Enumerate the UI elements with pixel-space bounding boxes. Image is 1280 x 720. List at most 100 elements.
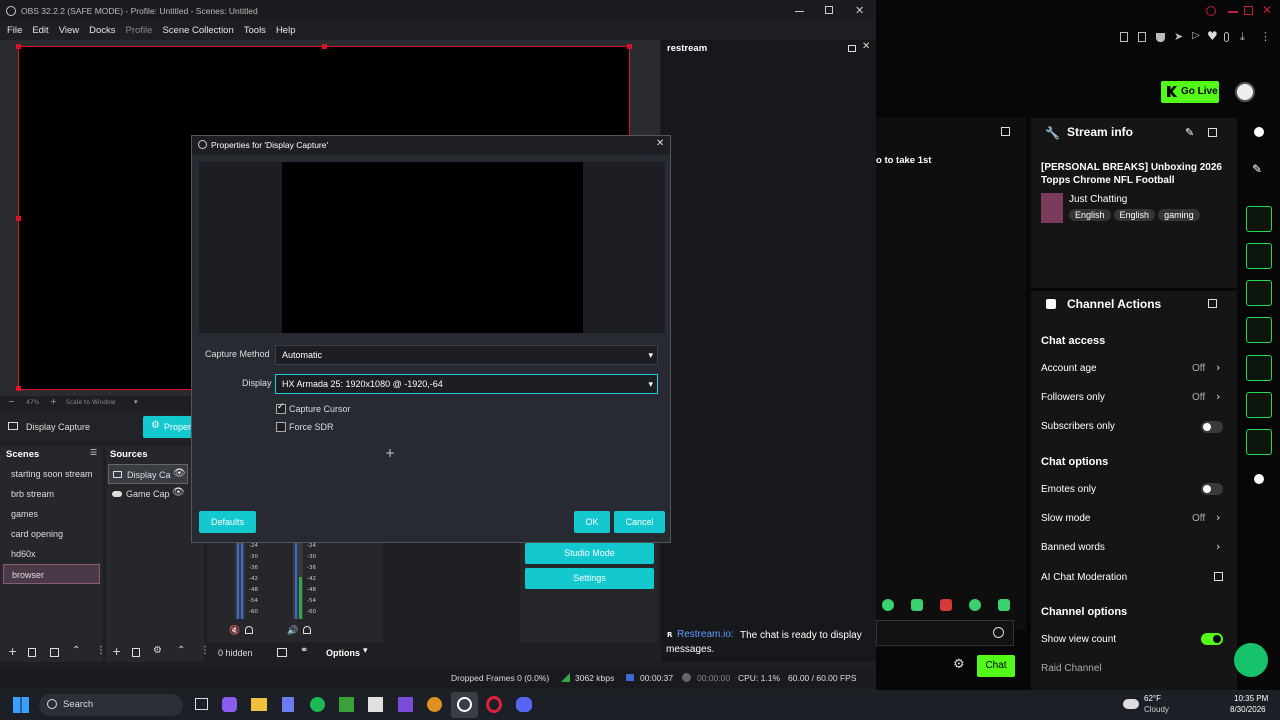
clock-time[interactable]: 10:35 PM xyxy=(1234,694,1268,703)
emote-icon[interactable] xyxy=(940,599,952,611)
source-item-selected[interactable]: Display Ca 👁 xyxy=(108,464,188,484)
app-icon[interactable] xyxy=(427,697,442,712)
avatar[interactable] xyxy=(1235,82,1255,102)
resize-handle[interactable] xyxy=(322,44,327,49)
headphones-icon[interactable] xyxy=(245,626,253,634)
menu-view[interactable]: View xyxy=(59,25,79,36)
scene-item[interactable]: hd60x xyxy=(3,544,100,564)
filter-icon[interactable] xyxy=(50,648,59,657)
chevron-up-icon[interactable]: ⌃ xyxy=(72,645,80,656)
tag[interactable]: gaming xyxy=(1158,209,1200,221)
force-sdr-checkbox[interactable] xyxy=(276,422,286,432)
rail-window-button[interactable] xyxy=(1246,392,1272,418)
info-icon[interactable] xyxy=(1254,127,1264,137)
chevron-up-icon[interactable]: ⌃ xyxy=(177,645,185,656)
minimize-icon[interactable] xyxy=(795,11,804,12)
trash-icon[interactable] xyxy=(28,648,36,657)
maximize-icon[interactable] xyxy=(1244,6,1253,15)
chevron-right-icon[interactable]: › xyxy=(1216,361,1220,374)
resize-handle[interactable] xyxy=(627,44,632,49)
capture-cursor-checkbox[interactable]: ✓ xyxy=(276,402,286,414)
emote-icon[interactable] xyxy=(911,599,923,611)
headphones-icon[interactable] xyxy=(303,626,311,634)
rail-record-button[interactable] xyxy=(1246,355,1272,381)
close-icon[interactable]: ✕ xyxy=(862,41,870,52)
support-button[interactable] xyxy=(1234,643,1268,677)
rail-chat-button[interactable] xyxy=(1246,317,1272,343)
close-icon[interactable]: ✕ xyxy=(855,4,864,17)
properties-button[interactable]: ⚙ Proper xyxy=(143,416,193,438)
expand-icon[interactable] xyxy=(1208,299,1217,308)
trash-icon[interactable] xyxy=(132,648,140,657)
show-view-count-toggle[interactable] xyxy=(1201,633,1223,645)
shield-icon[interactable] xyxy=(1156,33,1165,42)
maximize-icon[interactable] xyxy=(825,6,833,14)
add-icon[interactable]: + xyxy=(112,645,121,658)
go-live-button[interactable]: Go Live xyxy=(1161,81,1219,103)
chevron-down-icon[interactable]: ▾ xyxy=(134,398,138,406)
category-thumbnail[interactable] xyxy=(1041,193,1063,223)
heart-icon[interactable]: ♥ xyxy=(1207,29,1218,43)
gear-icon[interactable]: ⚙ xyxy=(153,645,162,656)
cancel-button[interactable]: Cancel xyxy=(614,511,665,533)
followers-only-value[interactable]: Off xyxy=(1192,392,1205,403)
apps-icon[interactable] xyxy=(1254,474,1264,484)
menu-file[interactable]: File xyxy=(7,25,22,36)
ai-moderation-label[interactable]: AI Chat Moderation xyxy=(1041,572,1127,583)
account-age-value[interactable]: Off xyxy=(1192,363,1205,374)
tag[interactable]: English xyxy=(1069,209,1111,221)
emotes-only-toggle[interactable] xyxy=(1201,483,1223,495)
send-icon[interactable]: ➤ xyxy=(1174,30,1183,43)
expand-icon[interactable] xyxy=(1208,128,1217,137)
ok-button[interactable]: OK xyxy=(574,511,610,533)
zoom-out-icon[interactable]: − xyxy=(8,397,15,406)
eye-icon[interactable]: 👁 xyxy=(172,487,185,498)
emoji-icon[interactable] xyxy=(993,627,1004,638)
scene-item[interactable]: brb stream xyxy=(3,484,100,504)
muted-speaker-icon[interactable]: 🔇 xyxy=(229,626,240,636)
play-icon[interactable]: ▷ xyxy=(1192,30,1200,41)
scene-item[interactable]: card opening xyxy=(3,524,100,544)
file-explorer-icon[interactable] xyxy=(251,698,267,711)
category-label[interactable]: Just Chatting xyxy=(1069,194,1127,205)
add-icon[interactable]: + xyxy=(8,645,17,658)
profile-icon[interactable] xyxy=(1224,32,1229,42)
undock-icon[interactable] xyxy=(848,45,856,52)
more-icon[interactable]: ⋮ xyxy=(200,645,210,656)
options-dropdown[interactable]: Options xyxy=(326,648,360,658)
calculator-icon[interactable] xyxy=(282,697,294,712)
chevron-right-icon[interactable]: › xyxy=(1216,511,1220,524)
gear-icon[interactable]: ⚙ xyxy=(953,657,965,672)
menu-tools[interactable]: Tools xyxy=(244,25,266,36)
minecraft-icon[interactable] xyxy=(339,697,354,712)
eye-icon[interactable]: 👁 xyxy=(173,468,186,479)
close-icon[interactable]: ✕ xyxy=(1262,4,1272,16)
menu-edit[interactable]: Edit xyxy=(32,25,48,36)
chevron-down-icon[interactable]: ▾ xyxy=(363,646,368,656)
tag[interactable]: English xyxy=(1113,209,1156,221)
obs-taskbar-button[interactable] xyxy=(451,692,478,718)
link-icon[interactable]: ⚭ xyxy=(300,645,308,656)
chat-input[interactable] xyxy=(876,620,1014,646)
opera-icon[interactable] xyxy=(486,696,502,713)
chevron-right-icon[interactable]: › xyxy=(1216,390,1220,403)
app-grid-icon[interactable] xyxy=(398,697,413,712)
temperature[interactable]: 62°F xyxy=(1144,694,1161,703)
settings-button[interactable]: Settings xyxy=(525,568,654,589)
layout-icon[interactable] xyxy=(277,648,287,657)
slow-mode-value[interactable]: Off xyxy=(1192,513,1205,524)
raid-channel-label[interactable]: Raid Channel xyxy=(1041,663,1102,674)
scale-mode[interactable]: Scale to Window xyxy=(66,399,116,406)
resize-handle[interactable] xyxy=(16,216,21,221)
search-icon[interactable] xyxy=(1206,6,1216,16)
taskbar-search[interactable]: Search xyxy=(39,694,183,716)
bookmark-icon[interactable] xyxy=(1138,32,1146,42)
menu-docks[interactable]: Docks xyxy=(89,25,115,36)
edit-icon[interactable]: ✎ xyxy=(1185,126,1194,139)
defaults-button[interactable]: Defaults xyxy=(199,511,256,533)
capture-method-select[interactable]: Automatic ▾ xyxy=(275,345,658,365)
rail-list-button[interactable] xyxy=(1246,280,1272,306)
chevron-right-icon[interactable]: › xyxy=(1216,540,1220,553)
copilot-icon[interactable] xyxy=(222,697,237,712)
expand-icon[interactable] xyxy=(1001,127,1010,136)
